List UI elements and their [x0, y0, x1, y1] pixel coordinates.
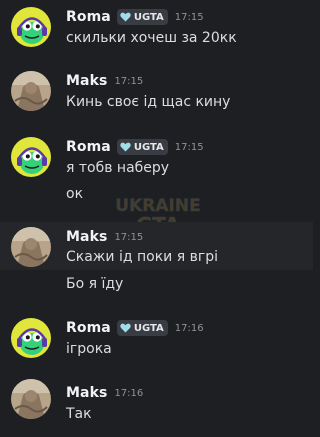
photo-avatar-icon [11, 71, 51, 111]
message-feed: UKRAINE GTA Roma UGTA 17 [0, 0, 313, 437]
message-text: я тобв наберу [66, 160, 170, 176]
message-text: Скажи ід поки я вгрі [66, 249, 218, 265]
username[interactable]: Maks [66, 385, 107, 401]
timestamp[interactable]: 17:16 [175, 323, 204, 334]
green-frog-headphones-avatar-icon [11, 7, 51, 47]
avatar[interactable] [11, 137, 51, 177]
message-text: ок [66, 186, 84, 202]
role-badge[interactable]: UGTA [116, 9, 168, 25]
username[interactable]: Roma [66, 9, 111, 25]
green-frog-headphones-avatar-icon [11, 318, 51, 358]
photo-avatar-icon [11, 227, 51, 267]
timestamp[interactable]: 17:15 [114, 76, 143, 87]
message-text: Так [66, 406, 92, 422]
message-header: Maks 17:15 [66, 71, 143, 91]
message-group[interactable]: Roma UGTA 17:15 скильки хочеш за 20кк [0, 0, 313, 62]
message-continuation[interactable]: Бо я їду [0, 270, 313, 308]
message-text: скильки хочеш за 20кк [66, 30, 237, 46]
avatar[interactable] [11, 7, 51, 47]
avatar[interactable] [11, 227, 51, 267]
username[interactable]: Maks [66, 229, 107, 245]
message-header: Roma UGTA 17:16 [66, 318, 204, 338]
green-frog-headphones-avatar-icon [11, 137, 51, 177]
message-text: Бо я їду [66, 276, 124, 292]
badge-label: UGTA [133, 11, 164, 23]
message-header: Roma UGTA 17:15 [66, 7, 204, 27]
message-group[interactable]: Roma UGTA 17:16 ігрока [0, 308, 313, 370]
message-header: Maks 17:16 [66, 383, 143, 403]
timestamp[interactable]: 17:15 [175, 12, 204, 23]
message-group[interactable]: Roma UGTA 17:15 я тобв наберу ок [0, 128, 313, 222]
avatar[interactable] [11, 318, 51, 358]
username[interactable]: Roma [66, 320, 111, 336]
message-header: Maks 17:15 [66, 227, 143, 247]
photo-avatar-icon [11, 379, 51, 419]
heart-icon [120, 12, 131, 22]
message-header: Roma UGTA 17:15 [66, 137, 204, 157]
badge-label: UGTA [133, 141, 164, 153]
timestamp[interactable]: 17:16 [114, 388, 143, 399]
username[interactable]: Maks [66, 73, 107, 89]
avatar[interactable] [11, 379, 51, 419]
role-badge[interactable]: UGTA [116, 320, 168, 336]
username[interactable]: Roma [66, 139, 111, 155]
message-group[interactable]: Maks 17:16 Так [0, 370, 313, 437]
heart-icon [120, 323, 131, 333]
timestamp[interactable]: 17:15 [114, 232, 143, 243]
message-group[interactable]: Maks 17:15 Скажи ід поки я вгрі [0, 222, 313, 270]
message-text: ігрока [66, 341, 112, 357]
avatar[interactable] [11, 71, 51, 111]
message-text: Кинь своє ід щас кину [66, 94, 231, 110]
heart-icon [120, 142, 131, 152]
badge-label: UGTA [133, 322, 164, 334]
role-badge[interactable]: UGTA [116, 139, 168, 155]
message-group[interactable]: Maks 17:15 Кинь своє ід щас кину [0, 62, 313, 128]
timestamp[interactable]: 17:15 [175, 142, 204, 153]
